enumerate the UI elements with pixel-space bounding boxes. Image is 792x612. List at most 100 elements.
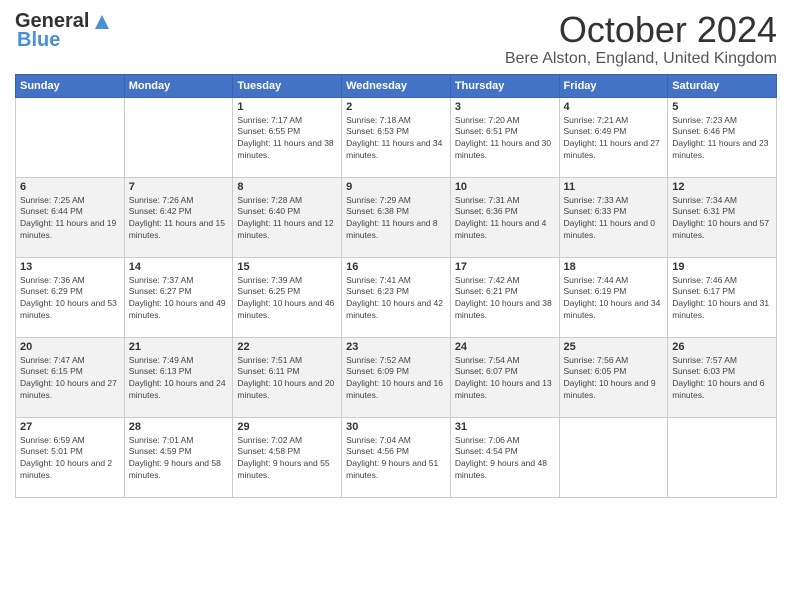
- table-row: 6Sunrise: 7:25 AMSunset: 6:44 PMDaylight…: [16, 177, 125, 257]
- calendar-week-row: 1Sunrise: 7:17 AMSunset: 6:55 PMDaylight…: [16, 97, 777, 177]
- day-info: Sunrise: 7:25 AMSunset: 6:44 PMDaylight:…: [20, 195, 116, 241]
- day-number: 28: [129, 421, 229, 433]
- header-friday: Friday: [559, 74, 668, 97]
- day-number: 1: [237, 101, 337, 113]
- day-number: 15: [237, 261, 337, 273]
- day-info: Sunrise: 7:34 AMSunset: 6:31 PMDaylight:…: [672, 195, 769, 241]
- day-info: Sunrise: 7:44 AMSunset: 6:19 PMDaylight:…: [564, 275, 661, 321]
- day-info: Sunrise: 7:28 AMSunset: 6:40 PMDaylight:…: [237, 195, 333, 241]
- title-block: October 2024 Bere Alston, England, Unite…: [505, 10, 777, 68]
- day-number: 22: [237, 341, 337, 353]
- day-info: Sunrise: 7:42 AMSunset: 6:21 PMDaylight:…: [455, 275, 552, 321]
- day-number: 20: [20, 341, 120, 353]
- logo: General Blue: [15, 10, 113, 52]
- day-info: Sunrise: 7:33 AMSunset: 6:33 PMDaylight:…: [564, 195, 656, 241]
- table-row: 22 Sunrise: 7:51 AMSunset: 6:11 PMDayligh…: [233, 337, 342, 417]
- table-row: 14Sunrise: 7:37 AMSunset: 6:27 PMDayligh…: [124, 257, 233, 337]
- table-row: 20 Sunrise: 7:47 AMSunset: 6:15 PMDayligh…: [16, 337, 125, 417]
- day-number: 12: [672, 181, 772, 193]
- header-thursday: Thursday: [450, 74, 559, 97]
- header-tuesday: Tuesday: [233, 74, 342, 97]
- table-row: 7 Sunrise: 7:26 AMSunset: 6:42 PMDaylight…: [124, 177, 233, 257]
- day-number: 9: [346, 181, 446, 193]
- table-row: 9 Sunrise: 7:29 AMSunset: 6:38 PMDaylight…: [342, 177, 451, 257]
- logo-blue: Blue: [17, 29, 60, 52]
- day-info: Sunrise: 7:06 AMSunset: 4:54 PMDaylight:…: [455, 435, 547, 481]
- calendar-table: Sunday Monday Tuesday Wednesday Thursday…: [15, 74, 777, 498]
- table-row: 11 Sunrise: 7:33 AMSunset: 6:33 PMDayligh…: [559, 177, 668, 257]
- day-number: 19: [672, 261, 772, 273]
- day-info: Sunrise: 7:01 AMSunset: 4:59 PMDaylight:…: [129, 435, 221, 481]
- weekday-header-row: Sunday Monday Tuesday Wednesday Thursday…: [16, 74, 777, 97]
- day-number: 14: [129, 261, 229, 273]
- day-info: Sunrise: 7:47 AMSunset: 6:15 PMDaylight:…: [20, 355, 117, 401]
- day-info: Sunrise: 7:23 AMSunset: 6:46 PMDaylight:…: [672, 115, 768, 161]
- day-info: Sunrise: 7:31 AMSunset: 6:36 PMDaylight:…: [455, 195, 547, 241]
- table-row: 18Sunrise: 7:44 AMSunset: 6:19 PMDayligh…: [559, 257, 668, 337]
- table-row: 16 Sunrise: 7:41 AMSunset: 6:23 PMDayligh…: [342, 257, 451, 337]
- day-number: 11: [564, 181, 664, 193]
- day-info: Sunrise: 7:04 AMSunset: 4:56 PMDaylight:…: [346, 435, 438, 481]
- day-info: Sunrise: 7:49 AMSunset: 6:13 PMDaylight:…: [129, 355, 226, 401]
- day-info: Sunrise: 7:39 AMSunset: 6:25 PMDaylight:…: [237, 275, 334, 321]
- day-info: Sunrise: 7:46 AMSunset: 6:17 PMDaylight:…: [672, 275, 769, 321]
- day-info: Sunrise: 7:36 AMSunset: 6:29 PMDaylight:…: [20, 275, 117, 321]
- table-row: 4 Sunrise: 7:21 AMSunset: 6:49 PMDaylight…: [559, 97, 668, 177]
- day-number: 10: [455, 181, 555, 193]
- day-number: 25: [564, 341, 664, 353]
- day-info: Sunrise: 7:21 AMSunset: 6:49 PMDaylight:…: [564, 115, 660, 161]
- table-row: [559, 417, 668, 497]
- table-row: 19 Sunrise: 7:46 AMSunset: 6:17 PMDayligh…: [668, 257, 777, 337]
- table-row: 17 Sunrise: 7:42 AMSunset: 6:21 PMDayligh…: [450, 257, 559, 337]
- day-info: Sunrise: 6:59 AMSunset: 5:01 PMDaylight:…: [20, 435, 112, 481]
- table-row: 26Sunrise: 7:57 AMSunset: 6:03 PMDayligh…: [668, 337, 777, 417]
- table-row: [124, 97, 233, 177]
- day-info: Sunrise: 7:57 AMSunset: 6:03 PMDaylight:…: [672, 355, 764, 401]
- table-row: 23Sunrise: 7:52 AMSunset: 6:09 PMDayligh…: [342, 337, 451, 417]
- header-sunday: Sunday: [16, 74, 125, 97]
- day-info: Sunrise: 7:20 AMSunset: 6:51 PMDaylight:…: [455, 115, 551, 161]
- table-row: 1Sunrise: 7:17 AMSunset: 6:55 PMDaylight…: [233, 97, 342, 177]
- table-row: 30 Sunrise: 7:04 AMSunset: 4:56 PMDayligh…: [342, 417, 451, 497]
- page: General Blue October 2024 Bere Alston, E…: [0, 0, 792, 612]
- calendar-week-row: 27Sunrise: 6:59 AMSunset: 5:01 PMDayligh…: [16, 417, 777, 497]
- day-info: Sunrise: 7:56 AMSunset: 6:05 PMDaylight:…: [564, 355, 656, 401]
- day-number: 24: [455, 341, 555, 353]
- day-number: 16: [346, 261, 446, 273]
- day-info: Sunrise: 7:54 AMSunset: 6:07 PMDaylight:…: [455, 355, 552, 401]
- table-row: 15 Sunrise: 7:39 AMSunset: 6:25 PMDayligh…: [233, 257, 342, 337]
- day-number: 21: [129, 341, 229, 353]
- table-row: 13 Sunrise: 7:36 AMSunset: 6:29 PMDayligh…: [16, 257, 125, 337]
- day-number: 3: [455, 101, 555, 113]
- table-row: 5Sunrise: 7:23 AMSunset: 6:46 PMDaylight…: [668, 97, 777, 177]
- day-number: 8: [237, 181, 337, 193]
- table-row: 27Sunrise: 6:59 AMSunset: 5:01 PMDayligh…: [16, 417, 125, 497]
- day-number: 29: [237, 421, 337, 433]
- day-number: 17: [455, 261, 555, 273]
- table-row: 8 Sunrise: 7:28 AMSunset: 6:40 PMDaylight…: [233, 177, 342, 257]
- day-number: 30: [346, 421, 446, 433]
- table-row: [16, 97, 125, 177]
- calendar-week-row: 13 Sunrise: 7:36 AMSunset: 6:29 PMDayligh…: [16, 257, 777, 337]
- day-info: Sunrise: 7:18 AMSunset: 6:53 PMDaylight:…: [346, 115, 442, 161]
- logo-icon: [91, 11, 113, 33]
- day-info: Sunrise: 7:41 AMSunset: 6:23 PMDaylight:…: [346, 275, 443, 321]
- day-info: Sunrise: 7:26 AMSunset: 6:42 PMDaylight:…: [129, 195, 225, 241]
- table-row: 2Sunrise: 7:18 AMSunset: 6:53 PMDaylight…: [342, 97, 451, 177]
- day-info: Sunrise: 7:29 AMSunset: 6:38 PMDaylight:…: [346, 195, 438, 241]
- header-monday: Monday: [124, 74, 233, 97]
- day-number: 13: [20, 261, 120, 273]
- table-row: 12 Sunrise: 7:34 AMSunset: 6:31 PMDayligh…: [668, 177, 777, 257]
- day-info: Sunrise: 7:51 AMSunset: 6:11 PMDaylight:…: [237, 355, 334, 401]
- day-info: Sunrise: 7:52 AMSunset: 6:09 PMDaylight:…: [346, 355, 443, 401]
- table-row: [668, 417, 777, 497]
- day-number: 7: [129, 181, 229, 193]
- calendar-week-row: 6Sunrise: 7:25 AMSunset: 6:44 PMDaylight…: [16, 177, 777, 257]
- month-title: October 2024: [505, 10, 777, 50]
- calendar-week-row: 20 Sunrise: 7:47 AMSunset: 6:15 PMDayligh…: [16, 337, 777, 417]
- header: General Blue October 2024 Bere Alston, E…: [15, 10, 777, 68]
- header-wednesday: Wednesday: [342, 74, 451, 97]
- day-number: 4: [564, 101, 664, 113]
- table-row: 21 Sunrise: 7:49 AMSunset: 6:13 PMDayligh…: [124, 337, 233, 417]
- table-row: 25 Sunrise: 7:56 AMSunset: 6:05 PMDayligh…: [559, 337, 668, 417]
